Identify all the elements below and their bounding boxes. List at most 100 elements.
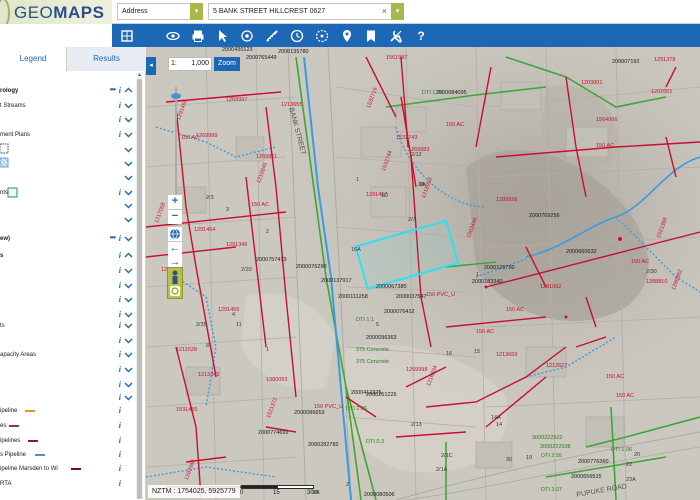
chevron-down-icon[interactable]: [124, 188, 133, 197]
zoom-slider-track[interactable]: [175, 87, 177, 197]
info-icon[interactable]: i: [119, 364, 121, 376]
chevron-down-icon[interactable]: [124, 295, 133, 304]
legend-row[interactable]: es i: [0, 420, 135, 432]
legend-row[interactable]: t Streams i: [0, 100, 135, 112]
tools-icon[interactable]: [385, 26, 407, 45]
legend-row[interactable]: ts i: [0, 320, 135, 332]
tab-results[interactable]: Results: [66, 47, 146, 71]
legend-row[interactable]: i: [0, 280, 135, 292]
identify-target-icon[interactable]: [236, 26, 258, 45]
legend-row[interactable]: [0, 200, 135, 212]
chevron-down-icon[interactable]: [124, 130, 133, 139]
info-icon[interactable]: i: [119, 405, 121, 417]
chevron-down-icon[interactable]: [124, 173, 133, 182]
zoom-slider[interactable]: [170, 87, 182, 197]
info-icon[interactable]: i: [119, 335, 121, 347]
legend-row[interactable]: i: [0, 379, 135, 391]
info-icon[interactable]: i: [119, 379, 121, 391]
info-icon[interactable]: i: [119, 100, 121, 112]
zoom-in-button[interactable]: +: [168, 195, 182, 209]
legend-row[interactable]: RTA i: [0, 478, 135, 490]
info-icon[interactable]: i: [119, 349, 121, 361]
streetview-pegman-icon[interactable]: [167, 267, 183, 299]
help-icon[interactable]: ?: [410, 26, 432, 45]
chevron-up-icon[interactable]: [124, 86, 133, 95]
zoom-out-button[interactable]: −: [168, 210, 182, 224]
legend-row[interactable]: s Pipeline i: [0, 449, 135, 461]
legend-row[interactable]: rology ••• i: [0, 85, 135, 97]
legend-row[interactable]: i: [0, 114, 135, 126]
more-options-icon[interactable]: •••: [110, 234, 116, 242]
info-icon[interactable]: i: [119, 420, 121, 432]
info-icon[interactable]: i: [119, 309, 121, 321]
more-options-icon[interactable]: •••: [110, 86, 116, 94]
chevron-down-icon[interactable]: [124, 393, 133, 402]
legend-row[interactable]: i: [0, 392, 135, 404]
chevron-down-icon[interactable]: [124, 115, 133, 124]
chevron-down-icon[interactable]: [124, 365, 133, 374]
legend-row[interactable]: [0, 144, 135, 156]
chevron-down-icon[interactable]: [124, 281, 133, 290]
chevron-down-icon[interactable]: [124, 234, 133, 243]
scale-input[interactable]: 1: 1,000: [168, 57, 212, 71]
info-icon[interactable]: i: [119, 233, 121, 245]
info-icon[interactable]: i: [119, 129, 121, 141]
legend-row[interactable]: [0, 214, 135, 226]
legend-row[interactable]: i: [0, 265, 135, 277]
chevron-down-icon[interactable]: [124, 321, 133, 330]
panel-scrollbar[interactable]: ▲: [136, 73, 143, 499]
legend-row[interactable]: i: [0, 335, 135, 347]
previous-extent-arrow-icon[interactable]: ←: [168, 242, 182, 256]
globe-full-extent-icon[interactable]: [168, 227, 182, 241]
chevron-down-icon[interactable]: ▾: [391, 3, 404, 20]
select-arrow-icon[interactable]: [212, 26, 234, 45]
legend-row[interactable]: ew) ••• i: [0, 233, 135, 245]
map-canvas[interactable]: [146, 47, 700, 500]
info-icon[interactable]: i: [119, 187, 121, 199]
info-icon[interactable]: i: [119, 320, 121, 332]
legend-row[interactable]: ipeline Marsden to Wi i: [0, 463, 135, 475]
legend-row[interactable]: [0, 158, 135, 170]
info-icon[interactable]: i: [119, 114, 121, 126]
info-icon[interactable]: i: [119, 478, 121, 490]
chevron-down-icon[interactable]: [124, 145, 133, 154]
search-radius-icon[interactable]: [311, 26, 333, 45]
zoom-button[interactable]: Zoom: [214, 57, 240, 71]
map-view[interactable]: BANK STREET PUPUKE ROAD 2000430123 20001357…: [146, 47, 700, 500]
measure-icon[interactable]: [261, 26, 283, 45]
chevron-up-icon[interactable]: [124, 251, 133, 260]
place-marker-icon[interactable]: [336, 26, 358, 45]
info-icon[interactable]: i: [119, 250, 121, 262]
chevron-down-icon[interactable]: [124, 101, 133, 110]
info-icon[interactable]: i: [119, 435, 121, 447]
legend-row[interactable]: si: [0, 250, 135, 262]
print-icon[interactable]: [187, 26, 209, 45]
geomaps-logo[interactable]: GEOMAPS: [0, 0, 112, 24]
chevron-down-icon[interactable]: [124, 201, 133, 210]
legend-row[interactable]: i: [0, 294, 135, 306]
collapse-panel-button[interactable]: ◂: [146, 57, 156, 75]
info-icon[interactable]: i: [119, 85, 121, 97]
legend-row[interactable]: i: [0, 309, 135, 321]
info-icon[interactable]: i: [119, 265, 121, 277]
legend-row[interactable]: ipeline i: [0, 405, 135, 417]
visibility-icon[interactable]: [162, 26, 184, 45]
chevron-down-icon[interactable]: [124, 215, 133, 224]
info-icon[interactable]: i: [119, 392, 121, 404]
legend-row[interactable]: [0, 172, 135, 184]
legend-row[interactable]: nts i: [0, 187, 135, 199]
bookmark-icon[interactable]: [360, 26, 382, 45]
chevron-down-icon[interactable]: [124, 350, 133, 359]
info-icon[interactable]: i: [119, 463, 121, 475]
chevron-down-icon[interactable]: [124, 380, 133, 389]
chevron-down-icon[interactable]: [124, 336, 133, 345]
chevron-down-icon[interactable]: ▾: [190, 3, 203, 20]
scrollbar-thumb[interactable]: [137, 79, 142, 499]
clear-search-icon[interactable]: ×: [382, 4, 387, 19]
info-icon[interactable]: i: [119, 280, 121, 292]
history-clock-icon[interactable]: [286, 26, 308, 45]
search-type-select[interactable]: Address ▾: [117, 3, 203, 20]
map-layers-icon[interactable]: [116, 26, 138, 45]
legend-row[interactable]: ment Plans i: [0, 129, 135, 141]
legend-row[interactable]: ipelines i: [0, 435, 135, 447]
